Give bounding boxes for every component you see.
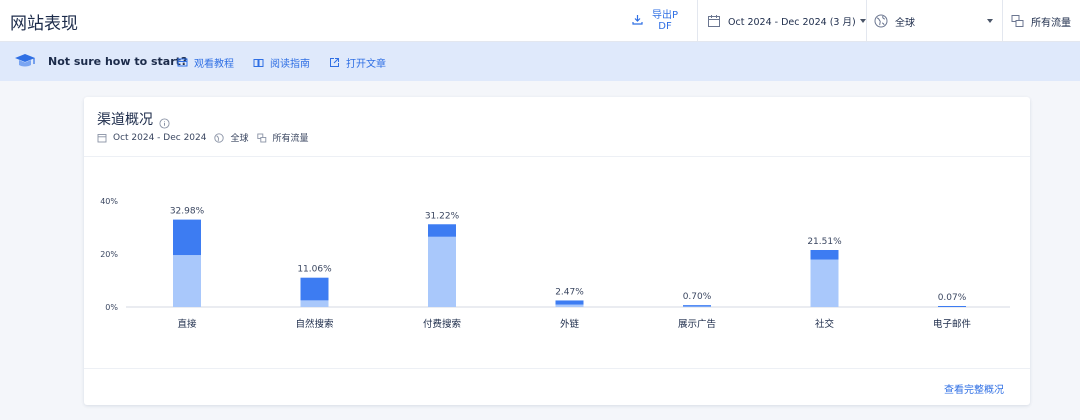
calendar-icon (97, 133, 107, 142)
meta-traffic: 所有流量 (272, 134, 309, 144)
data-label: 11.06% (297, 265, 332, 275)
meta-date: Oct 2024 - Dec 2024 (113, 132, 207, 143)
bar-segment-top (173, 219, 201, 256)
video-icon (177, 58, 188, 67)
x-tick-label: 自然搜索 (295, 318, 333, 330)
y-tick-label: 20% (100, 250, 118, 259)
x-tick-label: 付费搜索 (423, 318, 461, 330)
card-title: 渠道概况 (97, 112, 153, 128)
export-pdf-label: 导出PDF (651, 10, 679, 32)
traffic-icon (1011, 14, 1025, 28)
watch-tutorial-label: 观看教程 (194, 59, 234, 70)
globe-icon (874, 14, 888, 28)
open-article-link[interactable]: 打开文章 (329, 55, 386, 70)
calendar-icon (707, 14, 721, 28)
data-label: 21.51% (807, 237, 842, 247)
bar-segment-base (683, 306, 711, 307)
bar-segment-top (300, 277, 329, 301)
external-link-icon (330, 58, 339, 67)
divider (1002, 0, 1003, 42)
bar-segment-top (938, 306, 966, 307)
export-pdf-button[interactable]: 导出PDF (632, 0, 692, 42)
meta-region: 全球 (230, 134, 249, 144)
download-icon (632, 14, 643, 28)
x-tick-label: 电子邮件 (933, 318, 972, 330)
bar-segment-top (428, 224, 456, 237)
card-header: 渠道概况 Oct 2024 - Dec 2024 全球 所有流量 (84, 97, 1030, 157)
bar-segment-base (810, 259, 839, 307)
date-range-label: Oct 2024 - Dec 2024 (3 月) (728, 17, 856, 28)
book-icon (253, 59, 264, 67)
divider (697, 0, 698, 42)
read-guide-link[interactable]: 阅读指南 (253, 55, 310, 70)
channel-overview-card: 渠道概况 Oct 2024 - Dec 2024 全球 所有流量 0% 20% 40… (84, 97, 1030, 405)
top-bar: 网站表现 导出PDF Oct 2024 - Dec 2024 (3 月) 全球 … (0, 0, 1080, 42)
data-label: 2.47% (555, 287, 584, 297)
view-full-overview-link[interactable]: 查看完整概况 (944, 381, 1004, 396)
bar-segment-top (810, 249, 839, 260)
bar-segment-base (300, 300, 329, 307)
bar-segment-base (428, 236, 456, 307)
x-tick-label: 社交 (815, 318, 835, 330)
x-tick-label: 展示广告 (678, 318, 716, 330)
chart-area: 0% 20% 40% 32.98% 直接 11.06% 自然搜索 31.22% 付费搜索 2.47… (84, 157, 1030, 367)
bar-segment-top (683, 305, 711, 307)
data-label: 0.07% (938, 293, 967, 303)
help-banner: Not sure how to start? 观看教程 阅读指南 打开文章 (0, 42, 1080, 81)
card-footer: 查看完整概况 (84, 368, 1030, 405)
y-tick-label: 40% (100, 197, 118, 206)
traffic-label: 所有流量 (1031, 17, 1071, 29)
data-label: 31.22% (425, 211, 460, 221)
chevron-down-icon (987, 19, 993, 23)
divider (866, 0, 867, 42)
bar-segment-base (173, 255, 201, 307)
card-meta: Oct 2024 - Dec 2024 全球 所有流量 (97, 131, 309, 144)
page-title: 网站表现 (10, 14, 78, 34)
bar-segment-base (555, 304, 584, 307)
graduation-cap-icon (14, 52, 36, 70)
traffic-icon (256, 133, 266, 142)
y-tick-label: 0% (105, 303, 118, 312)
watch-tutorial-link[interactable]: 观看教程 (177, 55, 234, 70)
globe-icon (214, 132, 225, 143)
read-guide-label: 阅读指南 (270, 59, 310, 70)
channel-bar-chart: 0% 20% 40% 32.98% 直接 11.06% 自然搜索 31.22% 付费搜索 2.47… (100, 197, 1010, 330)
x-tick-label: 直接 (177, 318, 197, 330)
x-tick-label: 外链 (560, 318, 580, 330)
region-selector[interactable]: 全球 (874, 0, 998, 42)
data-label: 32.98% (170, 207, 205, 217)
open-article-label: 打开文章 (346, 59, 386, 70)
date-range-selector[interactable]: Oct 2024 - Dec 2024 (3 月) (707, 0, 867, 42)
data-label: 0.70% (683, 292, 712, 302)
banner-question: Not sure how to start? (48, 55, 188, 68)
bar-segment-top (555, 300, 584, 305)
region-label: 全球 (895, 17, 915, 29)
chevron-down-icon (859, 19, 866, 23)
traffic-selector[interactable]: 所有流量 (1011, 0, 1079, 42)
